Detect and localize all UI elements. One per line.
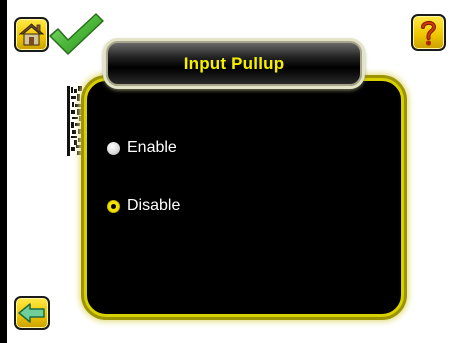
help-button[interactable] [411, 14, 446, 51]
back-button[interactable] [14, 296, 50, 330]
home-icon [18, 23, 45, 46]
help-icon [421, 20, 437, 46]
radio-option-disable[interactable]: Disable [107, 197, 180, 215]
radio-label-enable: Enable [127, 139, 177, 156]
home-button[interactable] [14, 17, 49, 52]
radio-selected-icon[interactable] [107, 199, 120, 213]
left-frame-edge [0, 0, 7, 343]
radio-label-disable: Disable [127, 197, 181, 214]
dialog-title-bar: Input Pullup [106, 41, 362, 86]
back-arrow-icon [18, 303, 45, 323]
barcode-icon [66, 85, 84, 157]
radio-unselected-icon[interactable] [107, 141, 120, 155]
radio-option-enable[interactable]: Enable [107, 139, 177, 157]
checkmark-icon [49, 13, 104, 55]
dialog-title: Input Pullup [183, 53, 285, 73]
